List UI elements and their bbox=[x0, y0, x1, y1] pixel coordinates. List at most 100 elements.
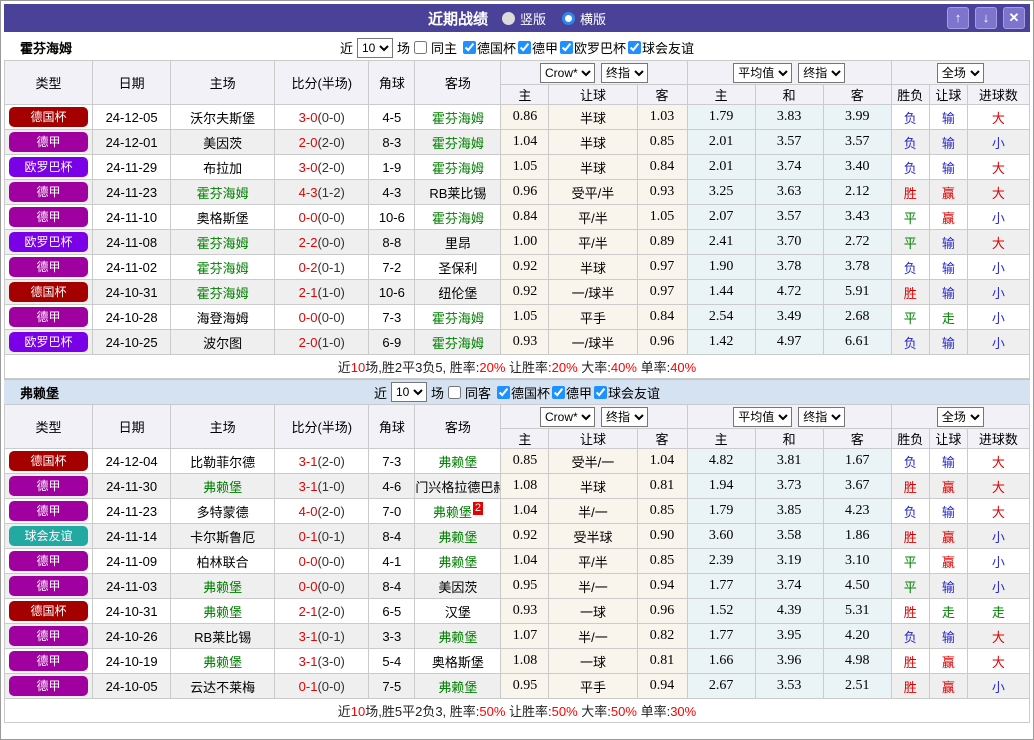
average-odds-cell: 2.07 bbox=[686, 204, 756, 230]
odds-source-select[interactable]: Crow* bbox=[540, 62, 595, 83]
same-side-checkbox[interactable] bbox=[413, 41, 427, 54]
halftime-score: (2-0) bbox=[317, 134, 345, 150]
average-odds-cell: 4.39 bbox=[754, 598, 824, 624]
competition-filter[interactable]: 球会友谊 bbox=[628, 38, 694, 57]
result-cell: 赢 bbox=[928, 204, 968, 230]
handicap-odds-cell: 0.85 bbox=[500, 448, 550, 474]
result-cell: 小 bbox=[966, 673, 1031, 699]
matches-table-away: 类型 日期 主场 比分(半场) 角球 客场 Crow* 终指 平均值 终指 全场 主… bbox=[3, 404, 1031, 723]
corner-cell: 4-1 bbox=[368, 548, 416, 574]
home-team-name: 卡尔斯鲁厄 bbox=[190, 529, 256, 545]
competition-checkbox[interactable] bbox=[552, 385, 566, 399]
result-cell: 小 bbox=[966, 254, 1031, 280]
summary-text: 大率: bbox=[577, 704, 611, 719]
final-odds2-select[interactable]: 终指 bbox=[798, 62, 846, 83]
type-cell: 德甲 bbox=[3, 573, 94, 599]
summary-stat-value: 50% bbox=[479, 704, 506, 719]
col-type: 类型 bbox=[3, 60, 94, 105]
match-row: 德国杯 24-12-04 比勒菲尔德 3-1(2-0) 7-3 弗赖堡 0.85 受半/一 1.… bbox=[3, 448, 1031, 474]
average-odds-cell: 3.49 bbox=[754, 304, 824, 330]
competition-badge: 欧罗巴杯 bbox=[9, 332, 89, 352]
halftime-score: (1-2) bbox=[317, 184, 345, 200]
close-button[interactable]: ✕ bbox=[1003, 7, 1025, 29]
full-match-select[interactable]: 全场 bbox=[936, 406, 984, 427]
competition-filter[interactable]: 欧罗巴杯 bbox=[560, 38, 626, 57]
match-count-select[interactable]: 10 bbox=[390, 382, 427, 402]
odds-source-select[interactable]: Crow* bbox=[540, 406, 595, 427]
competition-checkbox[interactable] bbox=[628, 41, 642, 54]
type-cell: 德国杯 bbox=[3, 598, 94, 624]
home-team-cell: 卡尔斯鲁厄 bbox=[170, 523, 276, 549]
date-cell: 24-11-03 bbox=[92, 573, 172, 599]
radio-selected-icon[interactable] bbox=[501, 11, 515, 25]
radio-horizontal-layout[interactable]: 横版 bbox=[562, 9, 606, 28]
competition-filter[interactable]: 德国杯 bbox=[497, 383, 550, 402]
full-match-select[interactable]: 全场 bbox=[936, 62, 984, 83]
match-count-select[interactable]: 10 bbox=[356, 37, 393, 58]
home-team-cell: 弗赖堡 bbox=[170, 648, 276, 674]
away-team-name: 圣保利 bbox=[438, 260, 478, 276]
corner-cell: 7-5 bbox=[368, 673, 416, 699]
result-cell: 小 bbox=[966, 573, 1031, 599]
average-odds-cell: 1.77 bbox=[686, 573, 756, 599]
type-cell: 球会友谊 bbox=[3, 523, 94, 549]
away-team-name: 霍芬海姆 bbox=[431, 335, 484, 351]
result-cell: 走 bbox=[928, 598, 968, 624]
handicap-odds-cell: 一球 bbox=[548, 648, 638, 674]
move-up-button[interactable]: ↑ bbox=[947, 7, 969, 29]
away-team-cell: 霍芬海姆 bbox=[414, 104, 502, 130]
average-odds-cell: 4.97 bbox=[754, 329, 824, 355]
fulltime-score: 2-2 bbox=[298, 234, 318, 250]
home-team-cell: 柏林联合 bbox=[170, 548, 276, 574]
competition-checkbox[interactable] bbox=[560, 41, 574, 54]
competition-filter[interactable]: 德甲 bbox=[518, 38, 558, 57]
competition-filter[interactable]: 球会友谊 bbox=[594, 383, 660, 402]
competition-checkbox[interactable] bbox=[594, 385, 608, 399]
fulltime-score: 0-0 bbox=[298, 578, 318, 594]
match-row: 德甲 24-11-02 霍芬海姆 0-2(0-1) 7-2 圣保利 0.92 半球 0.97 1.… bbox=[3, 254, 1031, 280]
competition-filters: 德国杯 德甲 球会友谊 bbox=[495, 383, 660, 402]
move-down-button[interactable]: ↓ bbox=[975, 7, 997, 29]
competition-checkbox[interactable] bbox=[462, 41, 476, 54]
average-select[interactable]: 平均值 bbox=[733, 62, 793, 83]
result-cell: 负 bbox=[890, 129, 930, 155]
col-result-handicap: 让球 bbox=[928, 428, 968, 449]
same-side-label: 同主 bbox=[430, 41, 457, 56]
fulltime-score: 4-3 bbox=[298, 184, 318, 200]
score-cell: 0-2(0-1) bbox=[274, 254, 370, 280]
competition-filter[interactable]: 德甲 bbox=[552, 383, 592, 402]
type-cell: 德甲 bbox=[3, 179, 94, 205]
fulltime-score: 0-2 bbox=[298, 259, 318, 275]
score-cell: 3-1(3-0) bbox=[274, 648, 370, 674]
recent-results-panel: 近期战绩 竖版 横版 ↑ ↓ ✕ 霍芬海姆 近 10 场 同主 德国杯 德甲 欧… bbox=[0, 0, 1034, 740]
away-team-cell: 弗赖堡 bbox=[414, 623, 502, 649]
average-odds-cell: 1.94 bbox=[686, 473, 756, 499]
average-odds-cell: 2.54 bbox=[686, 304, 756, 330]
final-odds-select[interactable]: 终指 bbox=[601, 406, 648, 427]
final-odds-select[interactable]: 终指 bbox=[601, 62, 648, 83]
away-team-name: 霍芬海姆 bbox=[431, 135, 484, 151]
handicap-odds-cell: 半球 bbox=[548, 104, 638, 130]
competition-badge: 德甲 bbox=[9, 651, 89, 671]
average-odds-cell: 1.90 bbox=[686, 254, 756, 280]
home-team-cell: 沃尔夫斯堡 bbox=[170, 104, 276, 130]
average-odds-cell: 4.50 bbox=[822, 573, 892, 599]
same-side-checkbox[interactable] bbox=[447, 385, 461, 399]
result-cell: 负 bbox=[890, 448, 930, 474]
score-cell: 0-0(0-0) bbox=[274, 204, 370, 230]
date-cell: 24-11-10 bbox=[92, 204, 172, 230]
final-odds2-select[interactable]: 终指 bbox=[798, 406, 846, 427]
average-odds-cell: 2.67 bbox=[686, 673, 756, 699]
average-select[interactable]: 平均值 bbox=[733, 406, 793, 427]
competition-checkbox[interactable] bbox=[518, 41, 531, 54]
col-score: 比分(半场) bbox=[274, 404, 370, 449]
radio-unselected-icon[interactable] bbox=[562, 11, 575, 25]
radio-vertical-layout[interactable]: 竖版 bbox=[501, 9, 546, 28]
home-team-name: 多特蒙德 bbox=[196, 504, 249, 520]
away-team-name: RB莱比锡 bbox=[429, 185, 487, 201]
competition-checkbox[interactable] bbox=[497, 385, 510, 399]
result-cell: 小 bbox=[966, 304, 1031, 330]
date-cell: 24-11-23 bbox=[92, 179, 172, 205]
competition-filter[interactable]: 德国杯 bbox=[462, 38, 516, 57]
average-odds-cell: 1.77 bbox=[686, 623, 756, 649]
